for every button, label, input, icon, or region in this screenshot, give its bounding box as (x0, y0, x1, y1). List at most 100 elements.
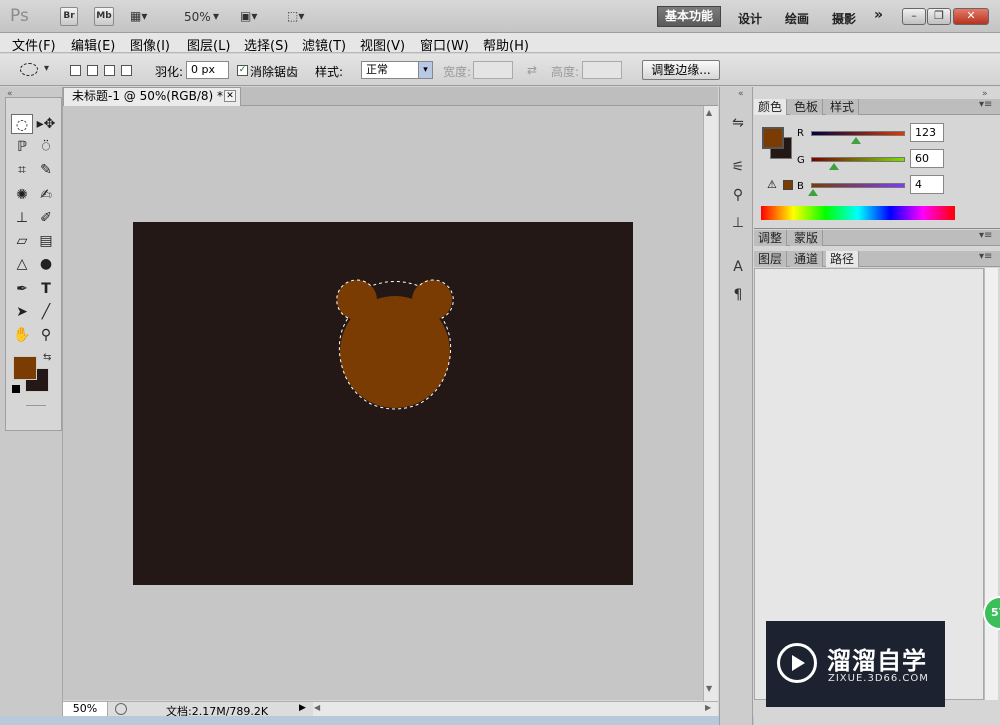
menu-help[interactable]: 帮助(H) (483, 35, 529, 54)
horizontal-scrollbar[interactable]: ◀ ▶ (311, 701, 718, 716)
subtract-from-selection-icon[interactable] (104, 65, 115, 76)
menu-edit[interactable]: 编辑(E) (71, 35, 115, 54)
add-to-selection-icon[interactable] (87, 65, 98, 76)
channel-g-slider[interactable] (811, 157, 905, 162)
eraser-tool[interactable]: ▱ (11, 231, 33, 251)
scroll-down-icon[interactable]: ▼ (706, 684, 712, 693)
new-selection-icon[interactable] (70, 65, 81, 76)
zoom-dropdown-icon[interactable]: ▾ (213, 8, 219, 25)
panel-menu-icon[interactable]: ▾≡ (979, 99, 992, 110)
lasso-tool[interactable]: ℙ (11, 137, 33, 157)
brush-panel-icon[interactable]: ⚲ (728, 185, 748, 205)
menu-select[interactable]: 选择(S) (244, 35, 288, 54)
marquee-preset-icon[interactable] (20, 63, 38, 76)
blur-tool[interactable]: △ (11, 254, 33, 274)
zoom-level[interactable]: 50% (184, 10, 211, 24)
document-canvas[interactable] (133, 222, 633, 585)
zoom-tool[interactable]: ⚲ (35, 325, 57, 345)
path-selection-tool[interactable]: ➤ (11, 302, 33, 322)
tab-adjustments[interactable]: 调整 (754, 230, 788, 246)
color-spectrum-bar[interactable] (761, 206, 955, 220)
tab-layers[interactable]: 图层 (754, 251, 788, 267)
panel-foreground-swatch[interactable] (762, 127, 784, 149)
more-workspaces-icon[interactable]: » (874, 7, 883, 23)
channel-r-value[interactable]: 123 (910, 123, 944, 142)
channel-r-slider[interactable] (811, 131, 905, 136)
intersect-selection-icon[interactable] (121, 65, 132, 76)
tab-swatches[interactable]: 色板 (790, 99, 824, 115)
gamut-warning-icon[interactable]: ⚠ (767, 178, 777, 191)
gamut-swatch[interactable] (783, 180, 793, 190)
menu-window[interactable]: 窗口(W) (420, 35, 469, 54)
move-tool[interactable]: ▸✥ (35, 114, 57, 134)
minimize-button[interactable]: – (902, 8, 926, 25)
workspace-design-button[interactable]: 设计 (738, 10, 762, 27)
close-button[interactable]: ✕ (953, 8, 989, 25)
channel-g-value[interactable]: 60 (910, 149, 944, 168)
status-info-icon[interactable] (115, 703, 127, 715)
expand-dock-icon[interactable]: « (738, 89, 744, 99)
scroll-left-icon[interactable]: ◀ (314, 703, 320, 712)
line-tool[interactable]: ╱ (35, 302, 57, 322)
tab-masks[interactable]: 蒙版 (790, 230, 824, 246)
hand-tool[interactable]: ✋ (11, 325, 33, 345)
status-menu-icon[interactable]: ▶ (299, 703, 306, 713)
eyedropper-tool[interactable]: ✎ (35, 160, 57, 180)
type-tool[interactable]: T (35, 279, 57, 299)
refine-edge-button[interactable]: 调整边缘... (642, 60, 720, 80)
foreground-color-swatch[interactable] (13, 356, 37, 380)
brush-tool[interactable]: ✍ (35, 185, 57, 205)
clone-stamp-tool[interactable]: ⊥ (11, 208, 33, 228)
paragraph-panel-icon[interactable]: ¶ (728, 285, 748, 305)
tab-color[interactable]: 颜色 (754, 99, 788, 115)
quick-mask-icon[interactable] (26, 405, 46, 406)
menu-image[interactable]: 图像(I) (130, 35, 170, 54)
menu-layer[interactable]: 图层(L) (187, 35, 230, 54)
launch-bridge-button[interactable]: Br (60, 7, 78, 26)
adjustments-menu-icon[interactable]: ▾≡ (979, 230, 992, 241)
menu-view[interactable]: 视图(V) (360, 35, 405, 54)
tab-styles[interactable]: 样式 (826, 99, 860, 115)
style-select[interactable]: 正常 ▾ (361, 61, 433, 79)
history-panel-icon[interactable]: ⇋ (728, 113, 748, 133)
channel-b-knob[interactable] (808, 189, 818, 196)
document-tab[interactable]: 未标题-1 @ 50%(RGB/8) * (63, 87, 241, 106)
channel-b-slider[interactable] (811, 183, 905, 188)
workspace-photography-button[interactable]: 摄影 (832, 10, 856, 27)
crop-tool[interactable]: ⌗ (11, 160, 33, 180)
status-zoom-field[interactable]: 50% (63, 702, 108, 716)
screen-mode-icon[interactable]: ⬚▾ (287, 8, 304, 25)
layers-menu-icon[interactable]: ▾≡ (979, 251, 992, 262)
launch-minibridge-button[interactable]: Mb (94, 7, 114, 26)
workspace-painting-button[interactable]: 绘画 (785, 10, 809, 27)
arrange-documents-icon[interactable]: ▣▾ (240, 8, 257, 25)
history-brush-tool[interactable]: ✐ (35, 208, 57, 228)
menu-file[interactable]: 文件(F) (12, 35, 56, 54)
vertical-scrollbar[interactable]: ▲ ▼ (703, 106, 718, 701)
pen-tool[interactable]: ✒ (11, 279, 33, 299)
swap-colors-icon[interactable]: ⇆ (43, 352, 51, 363)
paths-scrollbar[interactable] (984, 268, 998, 700)
menu-filter[interactable]: 滤镜(T) (302, 35, 346, 54)
scroll-up-icon[interactable]: ▲ (706, 108, 712, 117)
tab-channels[interactable]: 通道 (790, 251, 824, 267)
clone-source-icon[interactable]: ⊥ (728, 213, 748, 233)
tab-paths[interactable]: 路径 (826, 251, 860, 267)
spot-healing-tool[interactable]: ✺ (11, 185, 33, 205)
dodge-tool[interactable]: ● (35, 254, 57, 274)
gradient-tool[interactable]: ▤ (35, 231, 57, 251)
rectangular-marquee-tool[interactable]: ◌ (11, 114, 33, 134)
default-colors-icon[interactable] (12, 385, 20, 393)
antialias-checkbox[interactable]: ✓ (237, 65, 248, 76)
feather-input[interactable]: 0 px (186, 61, 229, 79)
close-document-icon[interactable]: ✕ (224, 90, 236, 102)
scroll-right-icon[interactable]: ▶ (705, 703, 711, 712)
quick-selection-tool[interactable]: ⍥ (35, 137, 57, 157)
collapse-dock-icon[interactable]: » (982, 89, 988, 99)
workspace-essentials-button[interactable]: 基本功能 (657, 6, 721, 27)
channel-g-knob[interactable] (829, 163, 839, 170)
character-panel-icon[interactable]: A (728, 257, 748, 277)
restore-button[interactable]: ❐ (927, 8, 951, 25)
view-extras-icon[interactable]: ▦▾ (130, 8, 147, 25)
channel-r-knob[interactable] (851, 137, 861, 144)
